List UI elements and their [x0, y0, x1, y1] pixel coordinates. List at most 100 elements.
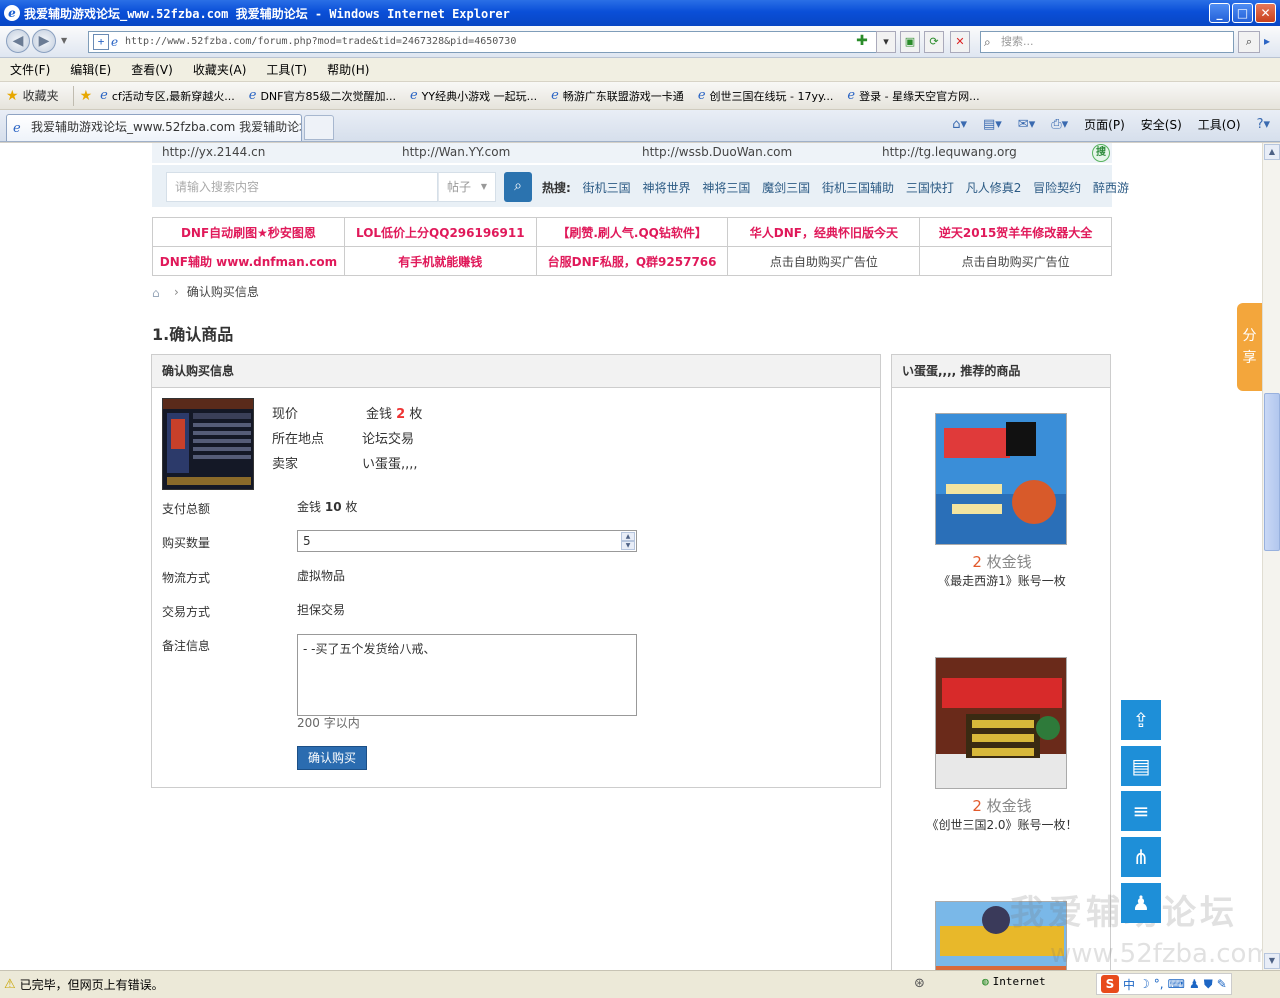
share-tab[interactable]: 分享	[1237, 303, 1262, 391]
recommend-product-image[interactable]	[935, 657, 1067, 789]
memo-textarea[interactable]: - -买了五个发货给八戒、	[297, 634, 637, 716]
ad-link[interactable]: 华人DNF，经典怀旧版今天	[727, 217, 921, 247]
sou-icon[interactable]: 搜	[1092, 144, 1110, 162]
document-icon[interactable]: ▤	[1121, 746, 1161, 786]
seller-link[interactable]: い蛋蛋,,,,	[362, 453, 418, 472]
history-dropdown-icon[interactable]: ▼	[61, 36, 67, 45]
home-icon[interactable]: ⌂▾	[952, 117, 967, 132]
ime-mode[interactable]: 中	[1123, 976, 1135, 993]
site-search-input[interactable]: 请输入搜索内容	[166, 172, 438, 202]
scroll-thumb[interactable]	[1264, 393, 1280, 551]
top-link[interactable]: http://wssb.DuoWan.com	[642, 145, 792, 159]
punctuation-icon[interactable]: °,	[1154, 977, 1164, 991]
compat-icon[interactable]: ✚	[852, 31, 872, 53]
forward-icon[interactable]: ▶	[32, 29, 56, 53]
menu-favorites[interactable]: 收藏夹(A)	[193, 61, 247, 78]
scroll-up-icon[interactable]: ▲	[1264, 144, 1280, 160]
add-icon[interactable]: +	[93, 34, 109, 50]
maximize-button[interactable]: □	[1232, 3, 1253, 23]
hot-search-link[interactable]: 三国快打	[906, 181, 954, 195]
spin-up-icon[interactable]: ▲	[621, 532, 635, 541]
tools-menu[interactable]: 工具(O)	[1198, 116, 1241, 133]
share-icon[interactable]: ⋔	[1121, 837, 1161, 877]
favorite-link[interactable]: e 创世三国在线玩 - 17yy...	[698, 88, 834, 104]
back-icon[interactable]: ◀	[6, 29, 30, 53]
hot-search-link[interactable]: 凡人修真2	[966, 181, 1022, 195]
favorite-link[interactable]: e cf活动专区,最新穿越火...	[100, 88, 235, 104]
hot-search-link[interactable]: 魔剑三国	[762, 181, 810, 195]
new-tab-button[interactable]	[304, 115, 334, 140]
menu-file[interactable]: 文件(F)	[10, 61, 50, 78]
user-icon[interactable]: ♟	[1121, 883, 1161, 923]
page-menu[interactable]: 页面(P)	[1084, 116, 1125, 133]
search-icon[interactable]: ⌕	[1238, 31, 1260, 53]
search-input[interactable]: ⌕ 搜索...	[980, 31, 1234, 53]
favorites-star-icon[interactable]: ★	[6, 88, 19, 104]
shirt-icon[interactable]: ⛊	[1204, 977, 1213, 992]
stop-icon[interactable]: ✕	[950, 31, 970, 53]
moon-icon[interactable]: ☽	[1139, 977, 1150, 991]
help-icon[interactable]: ?▾	[1257, 117, 1270, 132]
hot-search-link[interactable]: 神将三国	[702, 181, 750, 195]
ad-link[interactable]: DNF辅助 www.dnfman.com	[152, 246, 345, 276]
spin-down-icon[interactable]: ▼	[621, 541, 635, 550]
address-dropdown-icon[interactable]: ▾	[876, 31, 896, 53]
favorite-link[interactable]: e 畅游广东联盟游戏一卡通	[551, 88, 684, 104]
hot-search-link[interactable]: 街机三国	[583, 181, 631, 195]
page-scrollbar[interactable]: ▲ ▼	[1262, 143, 1280, 970]
favorite-link[interactable]: e 登录 - 星缘天空官方网...	[847, 88, 979, 104]
tab-current[interactable]: e 我爱辅助游戏论坛_www.52fzba.com 我爱辅助论坛	[6, 114, 302, 141]
sogou-icon[interactable]: S	[1101, 975, 1119, 993]
feeds-icon[interactable]: ▤▾	[983, 117, 1002, 132]
keyboard-icon[interactable]: ⌨	[1168, 977, 1185, 991]
ad-link[interactable]: 点击自助购买广告位	[919, 246, 1112, 276]
top-link[interactable]: http://Wan.YY.com	[402, 145, 510, 159]
search-scope-select[interactable]: 帖子 ▼	[438, 172, 496, 202]
favorite-link[interactable]: e DNF官方85级二次觉醒加...	[249, 88, 396, 104]
ad-link[interactable]: 点击自助购买广告位	[727, 246, 921, 276]
wrench-icon[interactable]: ✎	[1217, 977, 1227, 991]
product-image[interactable]	[162, 398, 254, 490]
user-icon[interactable]: ♟	[1189, 977, 1200, 991]
ad-link[interactable]: 逆天2015贺羊年修改器大全	[919, 217, 1112, 247]
confirm-purchase-button[interactable]: 确认购买	[297, 746, 367, 770]
recommend-product-name[interactable]: 《创世三国2.0》账号一枚！	[892, 816, 1112, 833]
search-options-icon[interactable]: ▸	[1264, 34, 1270, 48]
hot-search-link[interactable]: 神将世界	[642, 181, 690, 195]
back-to-top-icon[interactable]: ⇪	[1121, 700, 1161, 740]
quantity-stepper[interactable]: 5 ▲ ▼	[297, 530, 637, 552]
favorite-link[interactable]: e YY经典小游戏 一起玩...	[410, 88, 537, 104]
scroll-down-icon[interactable]: ▼	[1264, 953, 1280, 969]
privacy-icon[interactable]: ⊛	[914, 976, 925, 991]
menu-tools[interactable]: 工具(T)	[266, 61, 307, 78]
ad-link[interactable]: LOL低价上分QQ296196911	[343, 217, 537, 247]
safety-menu[interactable]: 安全(S)	[1141, 116, 1182, 133]
menu-help[interactable]: 帮助(H)	[327, 61, 369, 78]
recommend-product-image[interactable]	[935, 413, 1067, 545]
compat-view-icon[interactable]: ▣	[900, 31, 920, 53]
ad-link[interactable]: 台服DNF私服，Q群9257766	[535, 246, 729, 276]
top-link[interactable]: http://yx.2144.cn	[162, 145, 265, 159]
hot-search-link[interactable]: 冒险契约	[1033, 181, 1081, 195]
print-icon[interactable]: ⎙▾	[1051, 117, 1068, 132]
site-search-button[interactable]: ⌕	[504, 172, 532, 202]
ime-toolbar[interactable]: S 中 ☽ °, ⌨ ♟ ⛊ ✎	[1096, 973, 1232, 995]
close-button[interactable]: ✕	[1255, 3, 1276, 23]
menu-edit[interactable]: 编辑(E)	[70, 61, 111, 78]
hot-search-link[interactable]: 街机三国辅助	[822, 181, 894, 195]
hot-search-link[interactable]: 醉西游	[1093, 181, 1129, 195]
ad-link[interactable]: DNF自动刷图★秒安图恩	[152, 217, 345, 247]
ad-link[interactable]: 【刷赞.刷人气.QQ钻软件】	[535, 217, 729, 247]
ad-link[interactable]: 有手机就能赚钱	[343, 246, 537, 276]
warning-icon[interactable]: ⚠	[4, 977, 16, 992]
menu-view[interactable]: 查看(V)	[131, 61, 173, 78]
favorites-button[interactable]: 收藏夹	[23, 87, 59, 104]
mail-icon[interactable]: ✉▾	[1018, 117, 1035, 132]
home-icon[interactable]: ⌂	[152, 286, 166, 300]
minimize-button[interactable]: _	[1209, 3, 1230, 23]
menu-icon[interactable]: ≡	[1121, 791, 1161, 831]
refresh-icon[interactable]: ⟳	[924, 31, 944, 53]
add-favorite-icon[interactable]: ★	[80, 88, 93, 104]
recommend-product-name[interactable]: 《最走西游1》账号一枚	[892, 572, 1112, 589]
top-link[interactable]: http://tg.lequwang.org	[882, 145, 1017, 159]
